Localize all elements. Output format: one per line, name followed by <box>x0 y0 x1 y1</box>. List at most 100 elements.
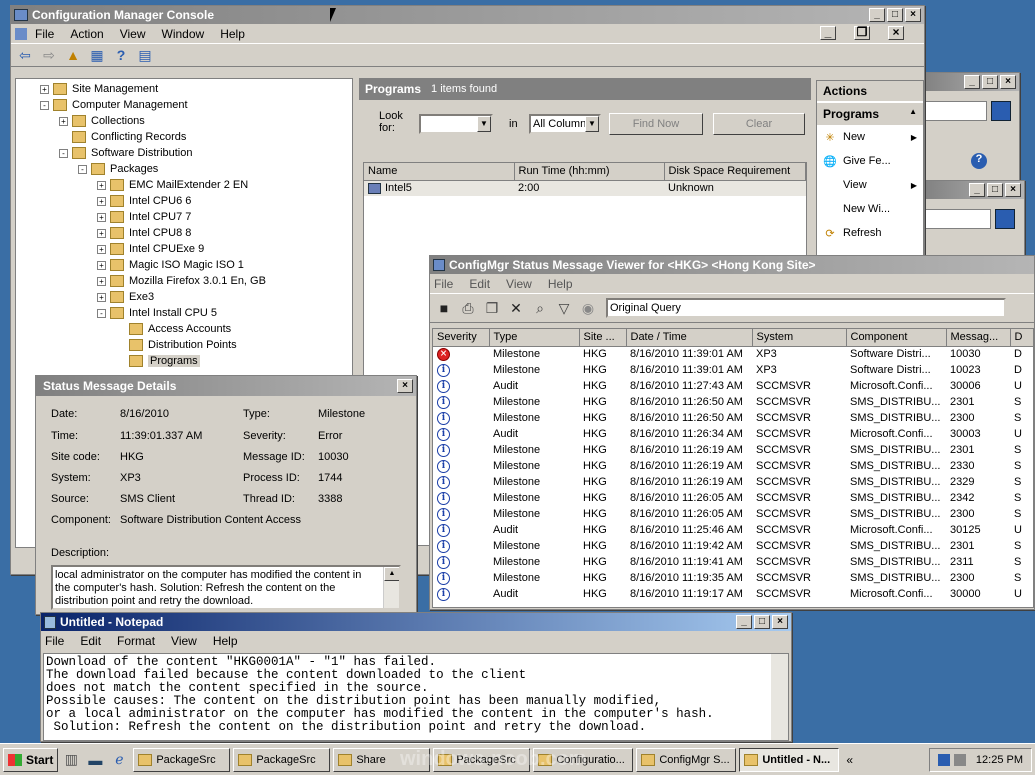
viewer-menu-file[interactable]: File <box>434 277 453 291</box>
start-button[interactable]: Start <box>3 747 59 772</box>
show-desktop-icon[interactable]: ▬ <box>85 751 105 769</box>
help-icon[interactable]: ? <box>111 46 131 64</box>
clock[interactable]: 12:25 PM <box>976 754 1023 766</box>
internet-explorer-icon[interactable]: ℯ <box>109 751 129 769</box>
notepad-scrollbar[interactable] <box>771 654 788 740</box>
expand-icon[interactable]: + <box>97 196 106 206</box>
minimize-icon[interactable]: _ <box>820 26 836 40</box>
notepad-menu-file[interactable]: File <box>45 634 64 648</box>
column-header[interactable]: Run Time (hh:mm) <box>514 163 665 181</box>
column-header[interactable]: Site ... <box>579 329 627 347</box>
close-icon[interactable]: × <box>397 379 413 393</box>
tree-item[interactable]: Distribution Points <box>16 337 352 353</box>
tree-item[interactable]: - Software Distribution <box>16 145 352 161</box>
table-row[interactable]: i Milestone HKG 8/16/2010 11:26:05 AM SCCMSV… <box>433 506 1033 522</box>
tree-item[interactable]: - Intel Install CPU 5 <box>16 305 352 321</box>
copy-icon[interactable]: ❐ <box>482 299 502 317</box>
column-header[interactable]: Severity <box>433 329 490 347</box>
background-search-input[interactable] <box>925 101 987 121</box>
expand-icon[interactable]: + <box>40 84 49 94</box>
print-icon[interactable]: ⎙ <box>458 299 478 317</box>
taskbar-item[interactable]: PackageSrc <box>133 747 231 772</box>
expand-icon[interactable]: + <box>97 292 106 302</box>
table-row[interactable]: i Milestone HKG 8/16/2010 11:19:41 AM SCCMSV… <box>433 554 1033 570</box>
table-row[interactable]: × Milestone HKG 8/16/2010 11:39:01 AM XP3 Sof… <box>433 346 1033 362</box>
table-row[interactable]: i Milestone HKG 8/16/2010 11:19:42 AM SCCMSV… <box>433 538 1033 554</box>
column-header[interactable]: Component <box>846 329 947 347</box>
tree-item[interactable]: Access Accounts <box>16 321 352 337</box>
search-icon[interactable] <box>995 209 1015 229</box>
console-app-menu-icon[interactable] <box>15 27 27 40</box>
details-titlebar[interactable]: Status Message Details × <box>36 376 416 396</box>
forward-arrow-icon[interactable]: ⇨ <box>39 46 59 64</box>
table-row[interactable]: i Audit HKG 8/16/2010 11:26:34 AM SCCMSVR Mic… <box>433 426 1033 442</box>
expand-icon[interactable]: + <box>97 228 106 238</box>
maximize-icon[interactable]: □ <box>982 75 998 89</box>
expand-icon[interactable]: + <box>97 276 106 286</box>
server-manager-icon[interactable]: ▥ <box>61 751 81 769</box>
viewer-titlebar[interactable]: ConfigMgr Status Message Viewer for <HKG… <box>430 256 1034 274</box>
expand-icon[interactable]: + <box>59 116 68 126</box>
viewer-menu-view[interactable]: View <box>506 277 532 291</box>
minimize-icon[interactable]: _ <box>969 183 985 197</box>
tree-item[interactable]: + Intel CPU8 8 <box>16 225 352 241</box>
description-textbox[interactable]: local administrator on the computer has … <box>51 565 401 610</box>
table-row[interactable]: i Milestone HKG 8/16/2010 11:39:01 AM XP3 Sof… <box>433 362 1033 378</box>
description-scrollbar[interactable]: ▲ <box>383 567 399 608</box>
action-item[interactable]: 🌐 Give Fe... <box>817 149 923 173</box>
table-row[interactable]: i Milestone HKG 8/16/2010 11:26:50 AM SCCMSV… <box>433 410 1033 426</box>
scroll-up-icon[interactable]: ▲ <box>384 567 399 581</box>
search-icon[interactable] <box>991 101 1011 121</box>
find-now-button[interactable]: Find Now <box>609 113 703 135</box>
taskbar-item[interactable]: Untitled - N... <box>739 747 840 772</box>
up-folder-icon[interactable]: ▲ <box>63 46 83 64</box>
menu-window[interactable]: Window <box>162 27 205 41</box>
expand-icon[interactable]: + <box>97 212 106 222</box>
table-row[interactable]: Intel5 2:00 Unknown <box>364 180 806 196</box>
maximize-icon[interactable]: □ <box>754 615 770 629</box>
close-icon[interactable]: × <box>1000 75 1016 89</box>
menu-file[interactable]: File <box>35 27 54 41</box>
tree-item[interactable]: Conflicting Records <box>16 129 352 145</box>
tree-item[interactable]: Programs <box>16 353 352 369</box>
close-icon[interactable]: × <box>772 615 788 629</box>
tree-item[interactable]: + Site Management <box>16 81 352 97</box>
show-hide-tree-icon[interactable]: ▦ <box>87 46 107 64</box>
expand-icon[interactable]: + <box>97 180 106 190</box>
taskbar-item[interactable]: ConfigMgr S... <box>636 747 737 772</box>
console-titlebar[interactable]: Configuration Manager Console _ □ × <box>11 6 924 24</box>
taskbar-item[interactable]: PackageSrc <box>233 747 331 772</box>
column-select[interactable]: All Columns ▼ <box>529 114 601 134</box>
menu-view[interactable]: View <box>120 27 146 41</box>
collapse-icon[interactable]: - <box>40 100 49 110</box>
close-icon[interactable]: × <box>1005 183 1021 197</box>
tree-item[interactable]: + Magic ISO Magic ISO 1 <box>16 257 352 273</box>
tree-item[interactable]: - Computer Management <box>16 97 352 113</box>
table-row[interactable]: i Milestone HKG 8/16/2010 11:26:19 AM SCCMSV… <box>433 458 1033 474</box>
close-icon[interactable]: × <box>905 8 921 22</box>
notepad-menu-help[interactable]: Help <box>213 634 238 648</box>
minimize-icon[interactable]: _ <box>964 75 980 89</box>
look-for-input[interactable]: ▼ <box>419 114 493 134</box>
table-row[interactable]: i Audit HKG 8/16/2010 11:25:46 AM SCCMSVR Mic… <box>433 522 1033 538</box>
tree-item[interactable]: + Collections <box>16 113 352 129</box>
help-icon[interactable]: ? <box>971 153 987 169</box>
tree-item[interactable]: + Exe3 <box>16 289 352 305</box>
collapse-icon[interactable]: - <box>78 164 87 174</box>
notepad-text-area[interactable]: Download of the content "HKG0001A" - "1"… <box>43 653 789 741</box>
delete-icon[interactable]: ✕ <box>506 299 526 317</box>
minimize-icon[interactable]: _ <box>869 8 885 22</box>
notepad-menu-edit[interactable]: Edit <box>80 634 101 648</box>
table-row[interactable]: i Milestone HKG 8/16/2010 11:26:19 AM SCCMSV… <box>433 442 1033 458</box>
action-item[interactable]: New Wi... <box>817 197 923 221</box>
background-window-2-titlebar[interactable]: _ □ × <box>921 181 1024 199</box>
maximize-icon[interactable]: □ <box>887 8 903 22</box>
tree-item[interactable]: + EMC MailExtender 2 EN <box>16 177 352 193</box>
viewer-menu-edit[interactable]: Edit <box>469 277 490 291</box>
action-item[interactable]: View ▶ <box>817 173 923 197</box>
menu-action[interactable]: Action <box>70 27 103 41</box>
restore-icon[interactable]: ❐ <box>854 26 870 40</box>
action-pane-icon[interactable]: ▤ <box>135 46 155 64</box>
save-icon[interactable]: ■ <box>434 299 454 317</box>
column-header[interactable]: Messag... <box>946 329 1011 347</box>
